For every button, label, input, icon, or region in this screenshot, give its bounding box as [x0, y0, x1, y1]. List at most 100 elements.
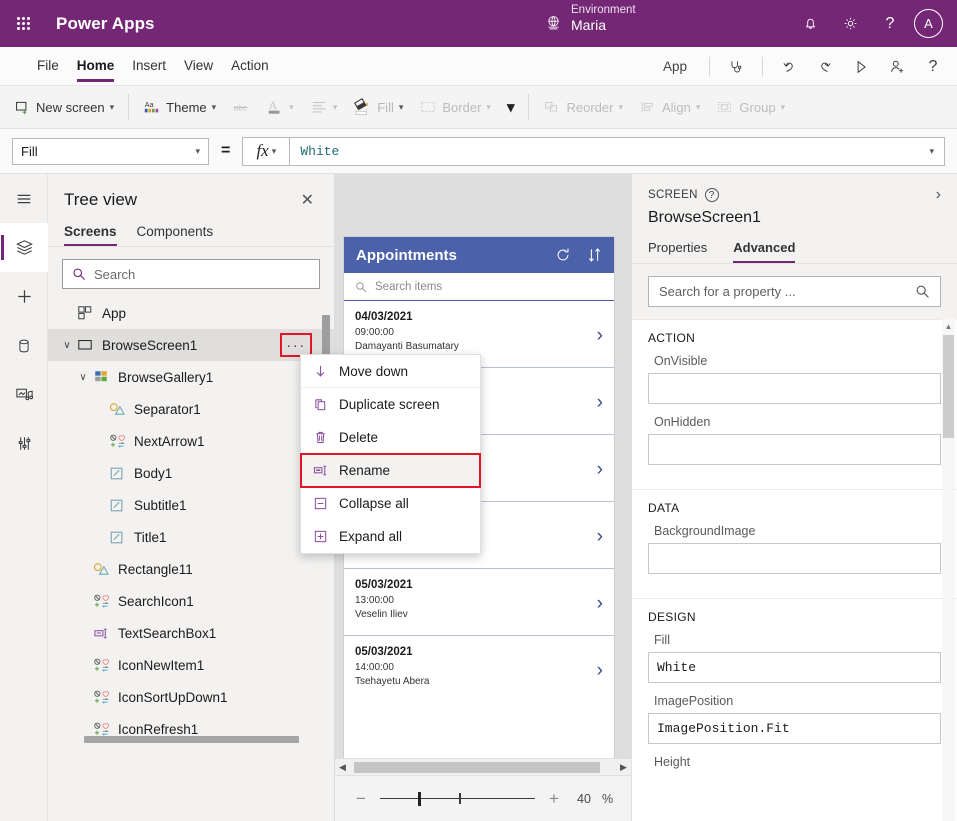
property-input[interactable] — [648, 373, 941, 404]
sidebar-item-data[interactable] — [0, 321, 48, 370]
brand-title[interactable]: Power Apps — [56, 14, 155, 34]
app-launcher-icon[interactable] — [0, 0, 46, 47]
zoom-out-button[interactable]: − — [353, 789, 369, 809]
property-input[interactable] — [648, 434, 941, 465]
next-arrow-icon[interactable]: › — [597, 660, 603, 682]
canvas-horizontal-scrollbar[interactable]: ◀ ▶ — [335, 758, 631, 775]
tree-list[interactable]: App ∨ BrowseScreen1 ··· ∨ — [48, 297, 334, 745]
tree-horizontal-scrollbar[interactable] — [62, 736, 322, 743]
scroll-right-icon[interactable]: ▶ — [616, 762, 631, 773]
menu-item-action[interactable]: Action — [222, 47, 278, 86]
tree-item-separator1[interactable]: Separator1 — [48, 393, 334, 425]
tree-item-app[interactable]: App — [48, 297, 334, 329]
tab-components[interactable]: Components — [137, 218, 214, 246]
tree-item-body1[interactable]: Body1 — [48, 457, 334, 489]
tab-advanced[interactable]: Advanced — [733, 236, 795, 263]
menu-item-home[interactable]: Home — [68, 47, 124, 86]
align-button[interactable]: Align ▾ — [631, 92, 708, 123]
fill-button[interactable]: Fill ▾ — [345, 92, 411, 123]
redo-icon[interactable] — [807, 47, 843, 86]
next-arrow-icon[interactable]: › — [597, 593, 603, 615]
scrollbar-track[interactable] — [350, 762, 616, 773]
next-arrow-icon[interactable]: › — [597, 392, 603, 414]
tree-item-browsescreen1[interactable]: ∨ BrowseScreen1 ··· — [48, 329, 334, 361]
tree-item-iconnewitem1[interactable]: IconNewItem1 — [48, 649, 334, 681]
strikethrough-button[interactable]: abc — [224, 92, 258, 123]
scroll-up-icon[interactable]: ▲ — [942, 319, 955, 333]
environment-selector[interactable]: Environment Maria — [545, 3, 636, 35]
tab-screens[interactable]: Screens — [64, 218, 117, 246]
gear-icon[interactable] — [830, 0, 870, 47]
sidebar-item-tree-view[interactable] — [0, 223, 48, 272]
context-menu-item-collapse-all[interactable]: Collapse all — [301, 487, 480, 520]
slider-thumb[interactable] — [418, 792, 422, 806]
formula-input[interactable]: White ▾ — [289, 137, 945, 166]
tree-item-textsearchbox1[interactable]: TextSearchBox1 — [48, 617, 334, 649]
scrollbar-thumb[interactable] — [354, 762, 600, 773]
chevron-down-icon[interactable]: ∨ — [76, 372, 90, 383]
group-button[interactable]: Group ▾ — [708, 92, 793, 123]
tree-item-rectangle11[interactable]: Rectangle11 — [48, 553, 334, 585]
sidebar-item-media[interactable] — [0, 370, 48, 419]
menu-item-view[interactable]: View — [175, 47, 222, 86]
new-screen-button[interactable]: New screen ▾ — [6, 92, 122, 123]
ribbon-more-button[interactable]: ▾ — [499, 92, 523, 123]
chevron-down-icon[interactable]: ∨ — [60, 340, 74, 351]
undo-icon[interactable] — [771, 47, 807, 86]
sort-icon[interactable] — [587, 247, 602, 263]
property-dropdown[interactable]: Fill ▾ — [12, 138, 209, 165]
chevron-down-icon[interactable]: ▾ — [929, 146, 934, 157]
context-menu-item-move-down[interactable]: Move down — [301, 355, 480, 388]
tree-item-searchicon1[interactable]: SearchIcon1 — [48, 585, 334, 617]
help-icon[interactable]: ? — [915, 47, 951, 86]
hamburger-menu-icon[interactable] — [0, 174, 48, 223]
font-color-button[interactable]: A ▾ — [258, 92, 302, 123]
properties-vertical-scrollbar[interactable]: ▲ ▼ — [942, 319, 955, 821]
theme-button[interactable]: Aa Theme ▾ — [135, 92, 224, 123]
share-icon[interactable] — [879, 47, 915, 86]
property-search-input[interactable]: Search for a property ... — [648, 276, 941, 307]
search-input[interactable]: Search — [62, 259, 320, 289]
tree-item-iconsortupdown1[interactable]: IconSortUpDown1 — [48, 681, 334, 713]
app-menu-button[interactable]: App — [649, 59, 701, 74]
properties-body[interactable]: ACTION OnVisible OnHidden DATA Backgroun… — [632, 319, 957, 821]
gallery-item[interactable]: 05/03/2021 13:00:00 Veselin Iliev › — [344, 569, 614, 636]
bell-icon[interactable] — [790, 0, 830, 47]
reorder-button[interactable]: Reorder ▾ — [535, 92, 631, 123]
context-menu-item-rename[interactable]: Rename — [301, 454, 480, 487]
tree-item-subtitle1[interactable]: Subtitle1 — [48, 489, 334, 521]
scrollbar-thumb[interactable] — [84, 736, 299, 743]
preview-icon[interactable] — [843, 47, 879, 86]
zoom-in-button[interactable]: + — [546, 789, 562, 809]
property-input[interactable]: ImagePosition.Fit — [648, 713, 941, 744]
scrollbar-thumb[interactable] — [943, 335, 954, 438]
property-input[interactable] — [648, 543, 941, 574]
close-icon[interactable]: ✕ — [297, 188, 318, 212]
sidebar-item-advanced-tools[interactable] — [0, 419, 48, 468]
menu-item-file[interactable]: File — [28, 47, 68, 86]
tree-item-nextarrow1[interactable]: NextArrow1 — [48, 425, 334, 457]
border-button[interactable]: Border ▾ — [411, 92, 499, 123]
scroll-left-icon[interactable]: ◀ — [335, 762, 350, 773]
refresh-icon[interactable] — [555, 247, 571, 263]
help-icon[interactable]: ? — [870, 0, 910, 47]
tree-item-browsegallery1[interactable]: ∨ BrowseGallery1 — [48, 361, 334, 393]
align-text-button[interactable]: ▾ — [302, 92, 346, 123]
zoom-slider[interactable] — [380, 791, 535, 807]
search-items-input[interactable]: Search items — [344, 273, 614, 301]
gallery-item[interactable]: 05/03/2021 14:00:00 Tsehayetu Abera › — [344, 636, 614, 703]
tree-item-title1[interactable]: Title1 — [48, 521, 334, 553]
collapse-panel-icon[interactable]: › — [936, 186, 941, 204]
context-menu-item-expand-all[interactable]: Expand all — [301, 520, 480, 553]
help-icon[interactable]: ? — [705, 188, 719, 202]
fx-button[interactable]: fx ▾ — [242, 137, 289, 166]
property-input[interactable]: White — [648, 652, 941, 683]
avatar[interactable]: A — [914, 9, 943, 38]
next-arrow-icon[interactable]: › — [597, 325, 603, 347]
tab-properties[interactable]: Properties — [648, 236, 707, 263]
context-menu-item-delete[interactable]: Delete — [301, 421, 480, 454]
sidebar-item-insert[interactable] — [0, 272, 48, 321]
context-menu-item-duplicate-screen[interactable]: Duplicate screen — [301, 388, 480, 421]
next-arrow-icon[interactable]: › — [597, 459, 603, 481]
app-checker-icon[interactable] — [718, 47, 754, 86]
